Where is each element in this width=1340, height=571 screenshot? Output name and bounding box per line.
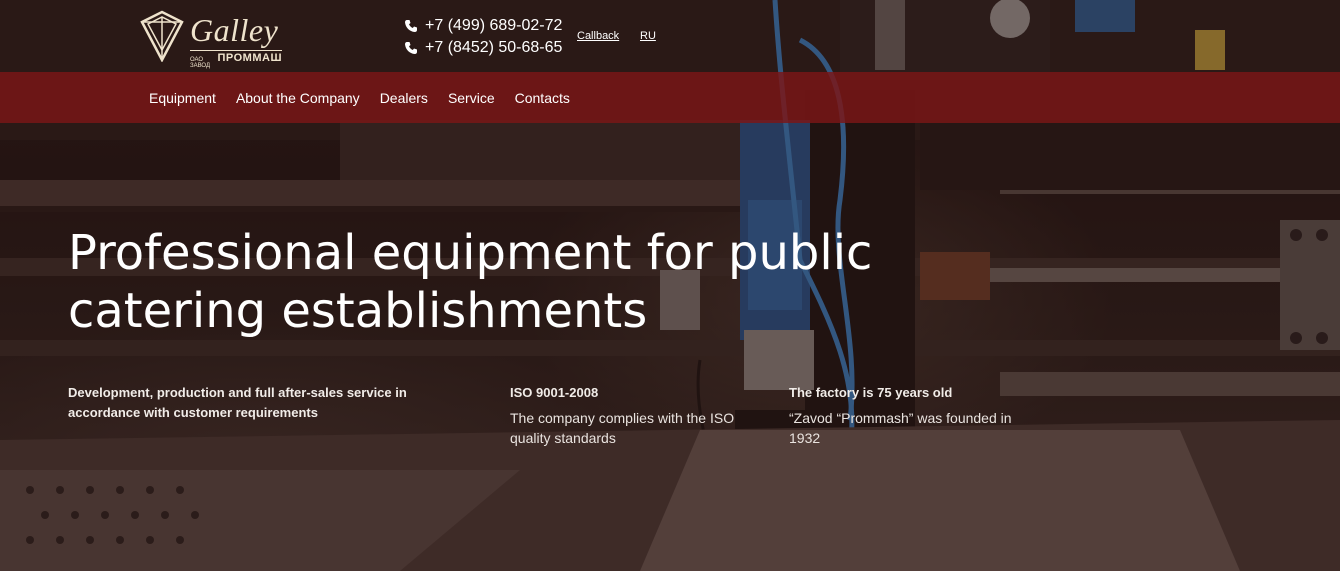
- feature-title: Development, production and full after-s…: [68, 385, 407, 420]
- feature-text: The company complies with the ISO qualit…: [510, 410, 735, 446]
- logo-subtitle-big: ПРОММАШ: [217, 52, 282, 64]
- feature-text: “Zavod “Prommash” was founded in 1932: [789, 410, 1012, 446]
- logo-wordmark: Galley: [190, 12, 279, 48]
- site-header: Galley ОАО ЗАВОД ПРОММАШ +7 (499) 689-02…: [0, 0, 1340, 72]
- phone-icon: [405, 42, 417, 54]
- phone-icon: [405, 20, 417, 32]
- phone-list: +7 (499) 689-02-72 +7 (8452) 50-68-65: [404, 15, 562, 59]
- nav-item-contacts[interactable]: Contacts: [505, 90, 580, 106]
- nav-item-service[interactable]: Service: [438, 90, 505, 106]
- logo-subtitle-small: ОАО ЗАВОД: [190, 57, 211, 69]
- language-switch[interactable]: RU: [640, 30, 656, 42]
- nav-item-about-company[interactable]: About the Company: [226, 90, 370, 106]
- logo-subtitle: ОАО ЗАВОД ПРОММАШ: [190, 50, 282, 69]
- main-nav: Equipment About the Company Dealers Serv…: [139, 72, 580, 123]
- feature-service: Development, production and full after-s…: [68, 383, 448, 423]
- feature-iso: ISO 9001-2008 The company complies with …: [510, 383, 740, 448]
- feature-title: ISO 9001-2008: [510, 385, 599, 400]
- phone-link-1[interactable]: +7 (499) 689-02-72: [404, 15, 562, 37]
- phone-number-1: +7 (499) 689-02-72: [425, 17, 563, 34]
- callback-link[interactable]: Callback: [577, 30, 619, 42]
- main-nav-bar: Equipment About the Company Dealers Serv…: [0, 72, 1340, 123]
- phone-link-2[interactable]: +7 (8452) 50-68-65: [404, 37, 562, 59]
- logo-emblem-icon: [140, 10, 184, 63]
- hero-headline: Professional equipment for public cateri…: [68, 225, 873, 339]
- feature-history: The factory is 75 years old “Zavod “Prom…: [789, 383, 1029, 448]
- nav-item-equipment[interactable]: Equipment: [139, 90, 226, 106]
- feature-title: The factory is 75 years old: [789, 385, 953, 400]
- nav-item-dealers[interactable]: Dealers: [370, 90, 438, 106]
- logo-link[interactable]: Galley ОАО ЗАВОД ПРОММАШ: [138, 10, 283, 69]
- phone-number-2: +7 (8452) 50-68-65: [425, 39, 563, 56]
